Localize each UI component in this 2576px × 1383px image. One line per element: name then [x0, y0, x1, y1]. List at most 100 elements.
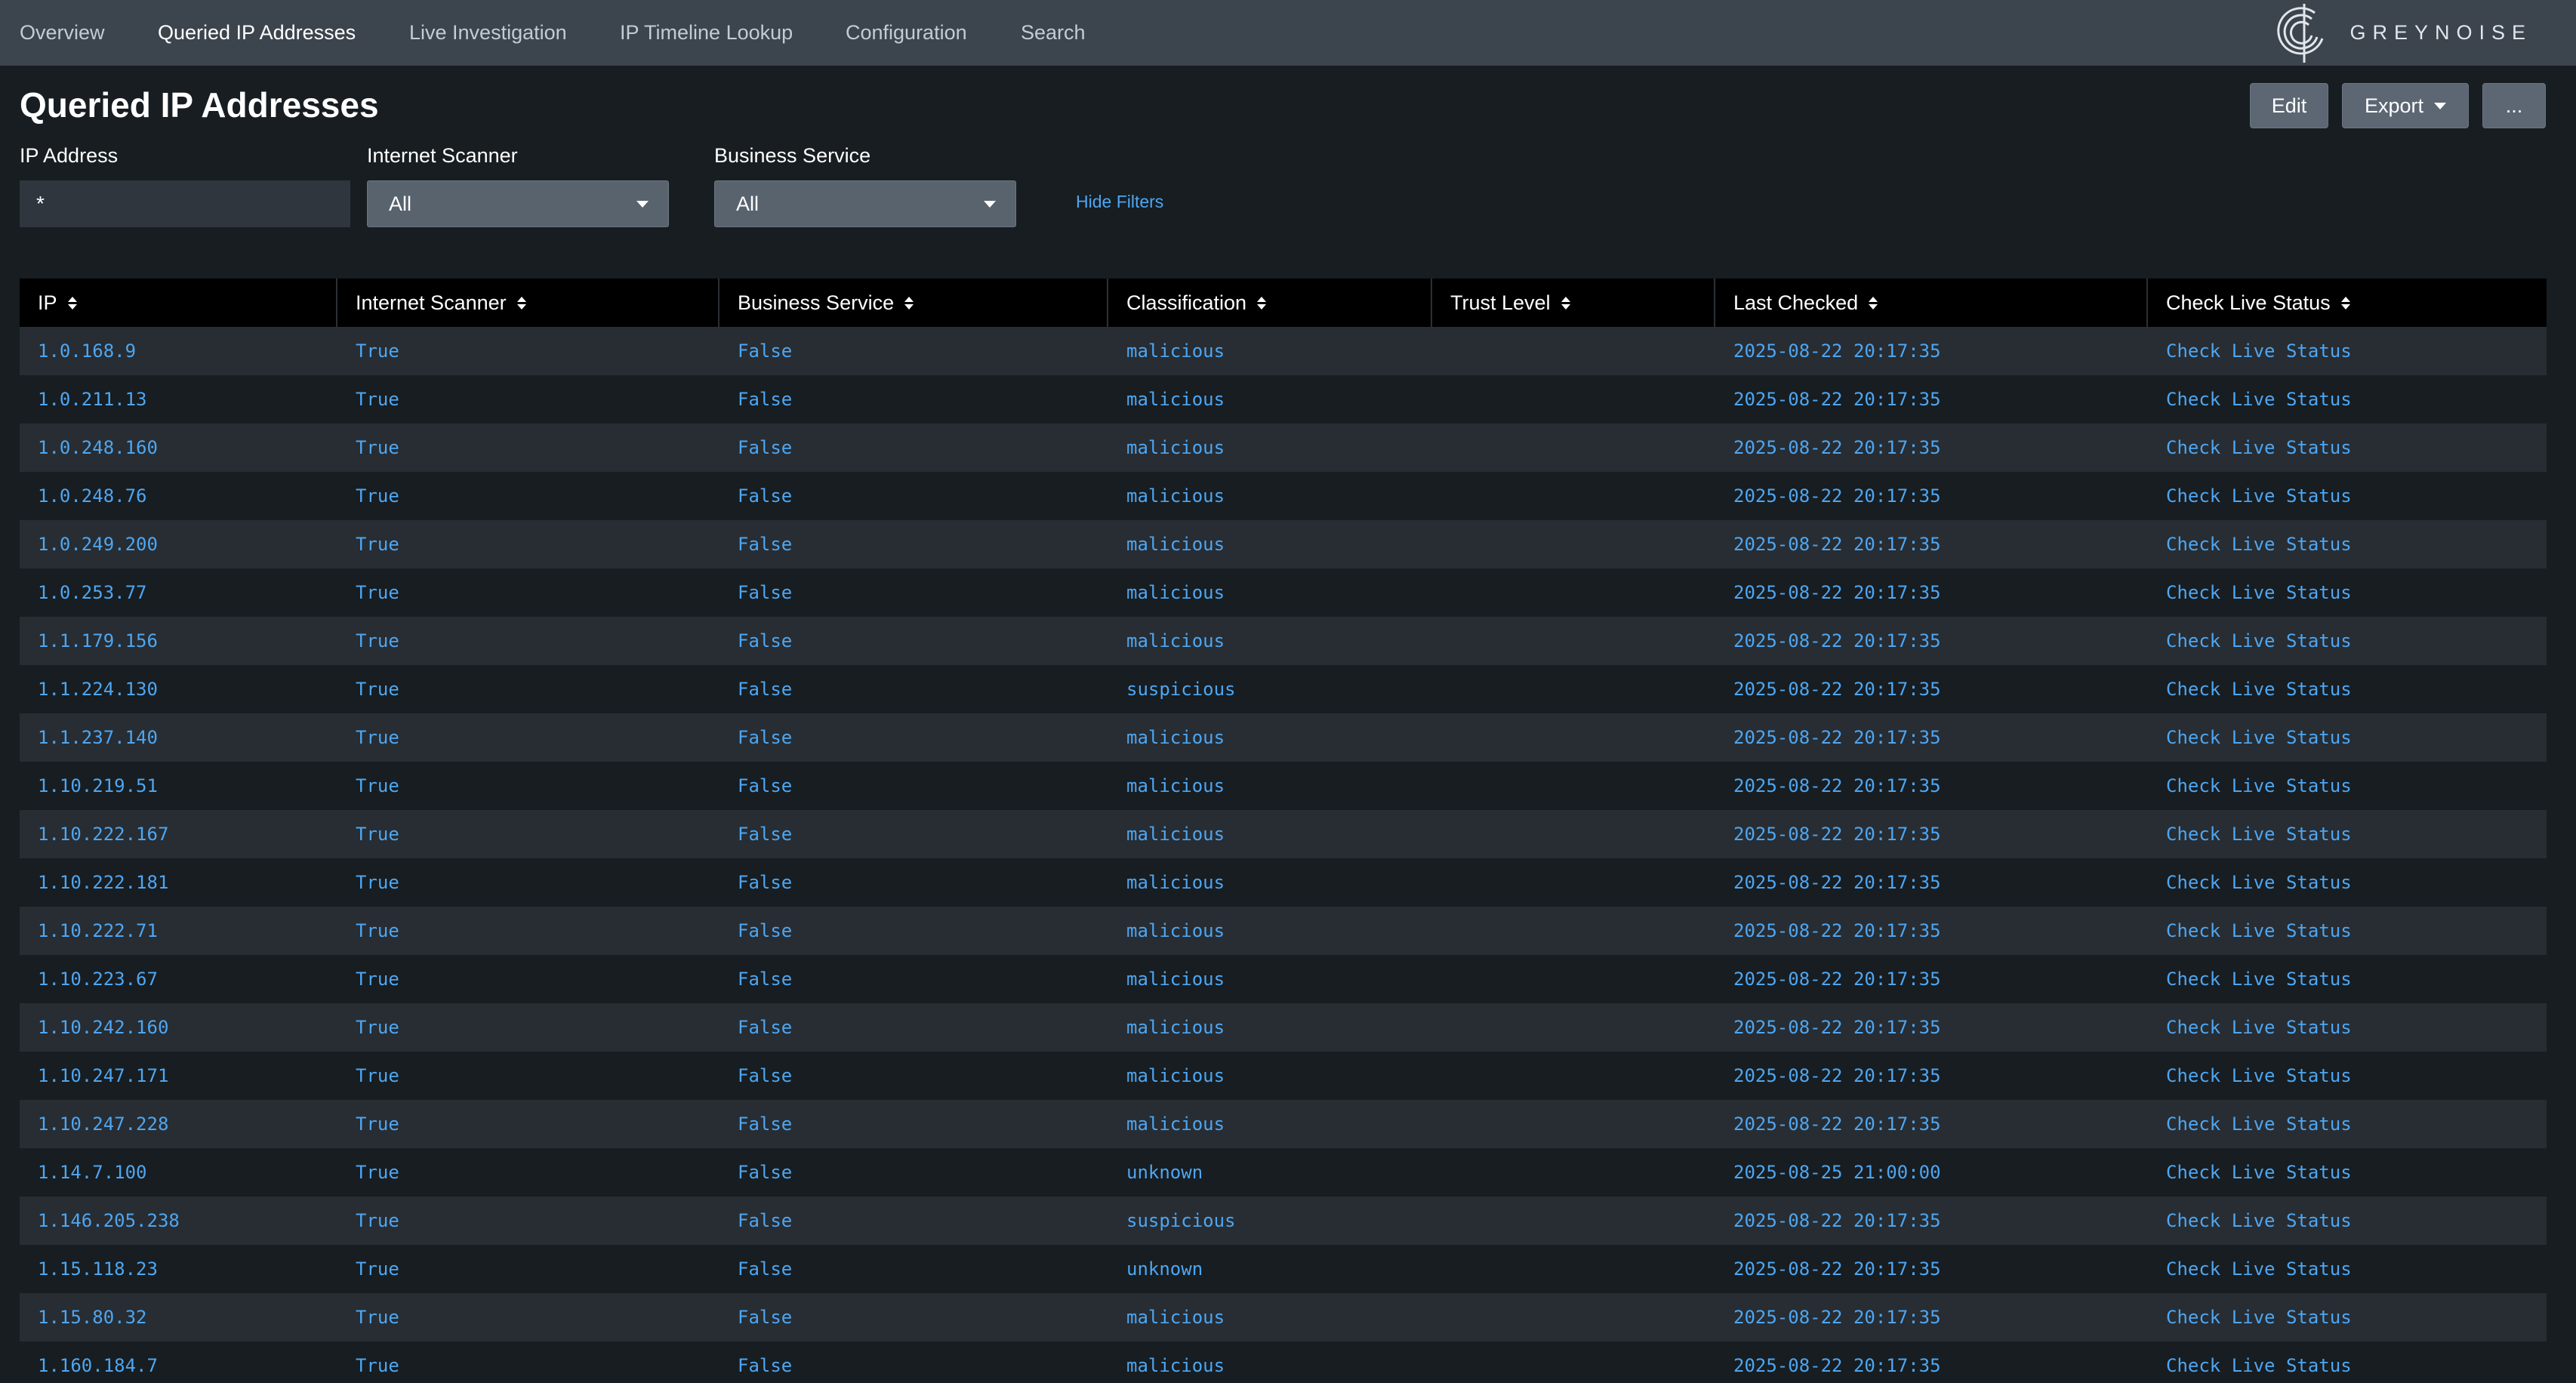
hide-filters-link[interactable]: Hide Filters: [1076, 192, 1163, 212]
classification-value[interactable]: malicious: [1108, 1293, 1432, 1341]
check-live-status-link[interactable]: Check Live Status: [2148, 424, 2547, 472]
internet-scanner-value[interactable]: True: [337, 327, 719, 375]
last-checked-value[interactable]: 2025-08-22 20:17:35: [1715, 665, 2148, 713]
ip-link[interactable]: 1.0.249.200: [20, 520, 337, 568]
ip-link[interactable]: 1.10.222.71: [20, 907, 337, 955]
check-live-status-link[interactable]: Check Live Status: [2148, 1293, 2547, 1341]
check-live-status-link[interactable]: Check Live Status: [2148, 713, 2547, 762]
check-live-status-link[interactable]: Check Live Status: [2148, 617, 2547, 665]
classification-value[interactable]: malicious: [1108, 1100, 1432, 1148]
trust-level-value[interactable]: [1432, 1341, 1715, 1383]
classification-value[interactable]: malicious: [1108, 1003, 1432, 1052]
internet-scanner-value[interactable]: True: [337, 762, 719, 810]
ip-address-input[interactable]: [20, 180, 350, 227]
business-service-value[interactable]: False: [719, 810, 1108, 858]
trust-level-value[interactable]: [1432, 762, 1715, 810]
check-live-status-link[interactable]: Check Live Status: [2148, 472, 2547, 520]
business-service-value[interactable]: False: [719, 955, 1108, 1003]
business-service-value[interactable]: False: [719, 1341, 1108, 1383]
edit-button[interactable]: Edit: [2250, 83, 2328, 128]
business-service-value[interactable]: False: [719, 858, 1108, 907]
classification-value[interactable]: malicious: [1108, 1341, 1432, 1383]
check-live-status-link[interactable]: Check Live Status: [2148, 1148, 2547, 1197]
classification-value[interactable]: malicious: [1108, 907, 1432, 955]
check-live-status-link[interactable]: Check Live Status: [2148, 1100, 2547, 1148]
check-live-status-link[interactable]: Check Live Status: [2148, 520, 2547, 568]
business-service-value[interactable]: False: [719, 713, 1108, 762]
column-header-ip[interactable]: IP: [20, 279, 337, 327]
check-live-status-link[interactable]: Check Live Status: [2148, 568, 2547, 617]
business-service-value[interactable]: False: [719, 1197, 1108, 1245]
ip-link[interactable]: 1.10.247.171: [20, 1052, 337, 1100]
column-header-check-live-status[interactable]: Check Live Status: [2148, 279, 2547, 327]
trust-level-value[interactable]: [1432, 375, 1715, 424]
ip-link[interactable]: 1.10.247.228: [20, 1100, 337, 1148]
column-header-business-service[interactable]: Business Service: [719, 279, 1108, 327]
internet-scanner-value[interactable]: True: [337, 617, 719, 665]
internet-scanner-value[interactable]: True: [337, 713, 719, 762]
check-live-status-link[interactable]: Check Live Status: [2148, 1341, 2547, 1383]
classification-value[interactable]: malicious: [1108, 617, 1432, 665]
check-live-status-link[interactable]: Check Live Status: [2148, 907, 2547, 955]
check-live-status-link[interactable]: Check Live Status: [2148, 858, 2547, 907]
internet-scanner-value[interactable]: True: [337, 1100, 719, 1148]
trust-level-value[interactable]: [1432, 617, 1715, 665]
last-checked-value[interactable]: 2025-08-22 20:17:35: [1715, 1341, 2148, 1383]
internet-scanner-value[interactable]: True: [337, 858, 719, 907]
internet-scanner-value[interactable]: True: [337, 1197, 719, 1245]
last-checked-value[interactable]: 2025-08-22 20:17:35: [1715, 810, 2148, 858]
business-service-value[interactable]: False: [719, 1052, 1108, 1100]
classification-value[interactable]: malicious: [1108, 762, 1432, 810]
trust-level-value[interactable]: [1432, 1245, 1715, 1293]
trust-level-value[interactable]: [1432, 472, 1715, 520]
business-service-value[interactable]: False: [719, 327, 1108, 375]
ip-link[interactable]: 1.146.205.238: [20, 1197, 337, 1245]
classification-value[interactable]: malicious: [1108, 375, 1432, 424]
trust-level-value[interactable]: [1432, 1052, 1715, 1100]
trust-level-value[interactable]: [1432, 810, 1715, 858]
last-checked-value[interactable]: 2025-08-22 20:17:35: [1715, 424, 2148, 472]
ip-link[interactable]: 1.15.80.32: [20, 1293, 337, 1341]
nav-item-live-investigation[interactable]: Live Investigation: [409, 0, 567, 66]
last-checked-value[interactable]: 2025-08-22 20:17:35: [1715, 1293, 2148, 1341]
internet-scanner-value[interactable]: True: [337, 1003, 719, 1052]
check-live-status-link[interactable]: Check Live Status: [2148, 1003, 2547, 1052]
check-live-status-link[interactable]: Check Live Status: [2148, 665, 2547, 713]
last-checked-value[interactable]: 2025-08-22 20:17:35: [1715, 472, 2148, 520]
internet-scanner-value[interactable]: True: [337, 1148, 719, 1197]
business-service-value[interactable]: False: [719, 1245, 1108, 1293]
business-service-value[interactable]: False: [719, 907, 1108, 955]
last-checked-value[interactable]: 2025-08-22 20:17:35: [1715, 955, 2148, 1003]
ip-link[interactable]: 1.160.184.7: [20, 1341, 337, 1383]
internet-scanner-select[interactable]: All: [367, 180, 669, 227]
nav-item-configuration[interactable]: Configuration: [846, 0, 967, 66]
ip-link[interactable]: 1.1.224.130: [20, 665, 337, 713]
classification-value[interactable]: unknown: [1108, 1245, 1432, 1293]
nav-item-search[interactable]: Search: [1021, 0, 1086, 66]
last-checked-value[interactable]: 2025-08-22 20:17:35: [1715, 617, 2148, 665]
business-service-value[interactable]: False: [719, 1293, 1108, 1341]
internet-scanner-value[interactable]: True: [337, 1245, 719, 1293]
ip-link[interactable]: 1.15.118.23: [20, 1245, 337, 1293]
classification-value[interactable]: suspicious: [1108, 665, 1432, 713]
last-checked-value[interactable]: 2025-08-22 20:17:35: [1715, 375, 2148, 424]
last-checked-value[interactable]: 2025-08-22 20:17:35: [1715, 713, 2148, 762]
internet-scanner-value[interactable]: True: [337, 568, 719, 617]
trust-level-value[interactable]: [1432, 1197, 1715, 1245]
business-service-value[interactable]: False: [719, 520, 1108, 568]
last-checked-value[interactable]: 2025-08-22 20:17:35: [1715, 907, 2148, 955]
greynoise-logo[interactable]: GREYNOISE: [2276, 0, 2532, 66]
last-checked-value[interactable]: 2025-08-22 20:17:35: [1715, 520, 2148, 568]
ip-link[interactable]: 1.10.222.167: [20, 810, 337, 858]
internet-scanner-value[interactable]: True: [337, 1052, 719, 1100]
column-header-trust-level[interactable]: Trust Level: [1432, 279, 1715, 327]
last-checked-value[interactable]: 2025-08-22 20:17:35: [1715, 1197, 2148, 1245]
trust-level-value[interactable]: [1432, 1003, 1715, 1052]
business-service-value[interactable]: False: [719, 1100, 1108, 1148]
last-checked-value[interactable]: 2025-08-22 20:17:35: [1715, 1052, 2148, 1100]
ip-link[interactable]: 1.1.237.140: [20, 713, 337, 762]
check-live-status-link[interactable]: Check Live Status: [2148, 955, 2547, 1003]
classification-value[interactable]: malicious: [1108, 424, 1432, 472]
business-service-value[interactable]: False: [719, 568, 1108, 617]
ip-link[interactable]: 1.0.253.77: [20, 568, 337, 617]
